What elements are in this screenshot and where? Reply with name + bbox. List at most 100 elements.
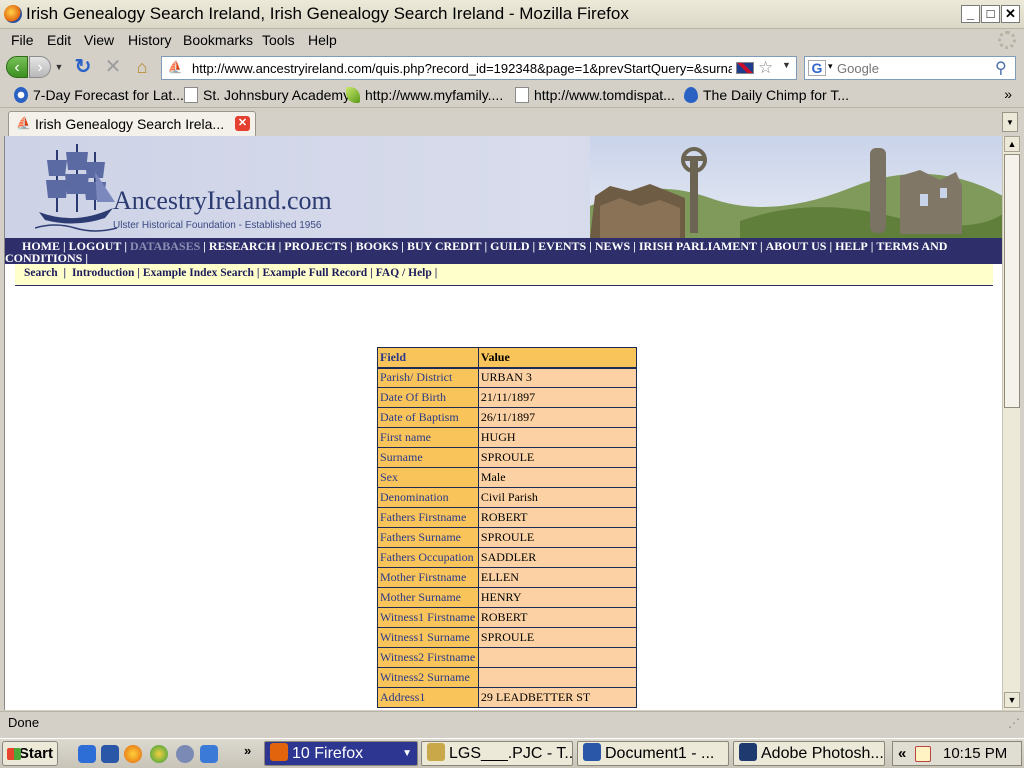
menu-help[interactable]: Help bbox=[308, 32, 337, 48]
scroll-up-button[interactable]: ▲ bbox=[1004, 136, 1020, 152]
tab-irish-genealogy[interactable]: ⛵ Irish Genealogy Search Irela... ✕ bbox=[8, 111, 256, 136]
nav-about-us[interactable]: ABOUT US bbox=[766, 239, 827, 253]
window-titlebar[interactable]: Irish Genealogy Search Ireland, Irish Ge… bbox=[0, 0, 1024, 29]
nav-separator: | bbox=[532, 239, 536, 253]
start-button[interactable]: Start bbox=[2, 741, 58, 766]
system-clock[interactable]: 10:15 PM bbox=[943, 742, 1007, 765]
scrollbar-thumb[interactable] bbox=[1004, 154, 1020, 408]
search-input[interactable] bbox=[837, 59, 987, 77]
page-icon bbox=[184, 87, 198, 103]
google-engine-icon[interactable]: G bbox=[808, 60, 826, 76]
word-icon[interactable] bbox=[101, 745, 119, 763]
firefox-icon[interactable] bbox=[124, 745, 142, 763]
irish-landscape-banner-image bbox=[590, 136, 1002, 238]
table-row: Mother Surname HENRY bbox=[377, 587, 638, 608]
tray-expand-button[interactable]: « bbox=[898, 742, 906, 765]
subnav-search[interactable]: Search bbox=[24, 267, 58, 279]
nav-terms-continued[interactable]: CONDITIONS bbox=[5, 251, 82, 265]
menu-history[interactable]: History bbox=[128, 32, 172, 48]
field-value: ELLEN bbox=[477, 567, 638, 588]
subnav-example-index-search[interactable]: Example Index Search bbox=[143, 267, 254, 279]
internet-explorer-icon[interactable] bbox=[78, 745, 96, 763]
resize-grip-icon[interactable]: ⋰ bbox=[1008, 716, 1020, 730]
stop-button[interactable]: ✕ bbox=[102, 56, 124, 78]
nav-projects[interactable]: PROJECTS bbox=[284, 239, 347, 253]
system-tray: « 10:15 PM bbox=[892, 741, 1022, 766]
bookmarks-overflow-button[interactable]: » bbox=[1004, 86, 1012, 102]
subnav-faq-help[interactable]: FAQ / Help bbox=[376, 267, 432, 279]
taskbar-lgs-document[interactable]: LGS___.PJC - T... bbox=[421, 741, 573, 766]
search-icon[interactable]: ⚲ bbox=[995, 58, 1007, 78]
url-text[interactable]: http://www.ancestryireland.com/quis.php?… bbox=[192, 61, 732, 76]
url-dropdown-icon[interactable]: ▼ bbox=[782, 60, 791, 70]
minimize-button[interactable]: _ bbox=[961, 5, 980, 23]
bookmark-item-dailychimp[interactable]: The Daily Chimp for T... bbox=[684, 87, 849, 103]
close-tab-icon[interactable]: ✕ bbox=[235, 116, 250, 131]
bookmark-item-academy[interactable]: St. Johnsbury Academy bbox=[184, 87, 350, 103]
nav-separator: | bbox=[370, 267, 373, 279]
windows-logo-icon bbox=[7, 748, 21, 760]
database-subnavigation: Search | Introduction | Example Index Sear… bbox=[15, 264, 993, 286]
url-bar[interactable]: ⛵ http://www.ancestryireland.com/quis.ph… bbox=[161, 56, 797, 80]
bookmark-item-forecast[interactable]: 7-Day Forecast for Lat... bbox=[14, 87, 184, 103]
menu-edit[interactable]: Edit bbox=[47, 32, 71, 48]
site-tagline: Ulster Historical Foundation - Establish… bbox=[113, 220, 322, 231]
nav-separator: | bbox=[401, 239, 404, 253]
tab-list-button[interactable]: ▼ bbox=[1002, 112, 1018, 132]
back-button[interactable]: ‹ bbox=[6, 56, 28, 78]
nav-help[interactable]: HELP bbox=[835, 239, 868, 253]
table-row: Date of Baptism 26/11/1897 bbox=[377, 407, 638, 428]
close-window-button[interactable]: ✕ bbox=[1001, 5, 1020, 23]
home-button[interactable]: ⌂ bbox=[131, 56, 153, 78]
taskbar-photoshop[interactable]: Adobe Photosh... bbox=[733, 741, 885, 766]
language-flag-icon[interactable] bbox=[736, 62, 754, 74]
scroll-down-button[interactable]: ▼ bbox=[1004, 692, 1020, 708]
reload-button[interactable]: ↻ bbox=[72, 56, 94, 78]
back-arrow-icon: ‹ bbox=[14, 59, 20, 76]
tray-app-icon[interactable] bbox=[915, 746, 931, 762]
quicklaunch-overflow-button[interactable]: » bbox=[244, 743, 251, 758]
menu-file[interactable]: File bbox=[11, 32, 34, 48]
page-scrollbar[interactable]: ▲ ▼ bbox=[1002, 136, 1020, 710]
site-brand[interactable]: AncestryIreland.com bbox=[113, 186, 332, 216]
chevron-up-icon: ▲ bbox=[1007, 139, 1017, 149]
menu-tools[interactable]: Tools bbox=[262, 32, 295, 48]
bookmark-item-tomdispatch[interactable]: http://www.tomdispat... bbox=[515, 87, 675, 103]
nav-buy-credit[interactable]: BUY CREDIT bbox=[407, 239, 482, 253]
bookmark-star-icon[interactable]: ☆ bbox=[758, 58, 773, 78]
subnav-example-full-record[interactable]: Example Full Record bbox=[262, 267, 367, 279]
subnav-introduction[interactable]: Introduction bbox=[72, 267, 134, 279]
nav-irish-parliament[interactable]: IRISH PARLIAMENT bbox=[639, 239, 757, 253]
nav-events[interactable]: EVENTS bbox=[538, 239, 586, 253]
field-name: Fathers Firstname bbox=[377, 507, 479, 528]
chevron-down-icon: ▼ bbox=[54, 62, 64, 72]
outlook-icon[interactable] bbox=[200, 745, 218, 763]
nav-research[interactable]: RESEARCH bbox=[209, 239, 276, 253]
table-row: Witness1 Firstname ROBERT bbox=[377, 607, 638, 628]
menu-bookmarks[interactable]: Bookmarks bbox=[183, 32, 253, 48]
globe-icon[interactable] bbox=[176, 745, 194, 763]
field-value: SPROULE bbox=[477, 627, 638, 648]
menu-view[interactable]: View bbox=[84, 32, 114, 48]
field-name: Denomination bbox=[377, 487, 479, 508]
nav-news[interactable]: NEWS bbox=[595, 239, 630, 253]
forward-button[interactable]: › bbox=[29, 56, 51, 78]
maximize-button[interactable]: □ bbox=[981, 5, 1000, 23]
bookmark-item-myfamily[interactable]: http://www.myfamily.... bbox=[346, 87, 503, 103]
photoshop-icon bbox=[739, 743, 757, 761]
taskbar-word-document1[interactable]: Document1 - ... bbox=[577, 741, 729, 766]
chrome-icon[interactable] bbox=[150, 745, 168, 763]
taskbar-firefox-group[interactable]: 10 Firefox ▼ bbox=[264, 741, 418, 766]
sub-nav-row: Search | Introduction | Example Index Sear… bbox=[24, 267, 440, 279]
table-row: Denomination Civil Parish bbox=[377, 487, 638, 508]
field-name: Parish/ District bbox=[377, 367, 479, 388]
bookmark-label: http://www.myfamily.... bbox=[365, 87, 504, 103]
nav-databases[interactable]: DATABASES bbox=[130, 239, 200, 253]
nav-guild[interactable]: GUILD bbox=[490, 239, 529, 253]
chevron-down-icon[interactable]: ▾ bbox=[828, 61, 833, 72]
nav-terms[interactable]: TERMS AND bbox=[876, 239, 947, 253]
stop-icon: ✕ bbox=[104, 56, 122, 78]
field-name: Mother Firstname bbox=[377, 567, 479, 588]
history-dropdown-button[interactable]: ▼ bbox=[53, 56, 65, 78]
nav-books[interactable]: BOOKS bbox=[356, 239, 399, 253]
